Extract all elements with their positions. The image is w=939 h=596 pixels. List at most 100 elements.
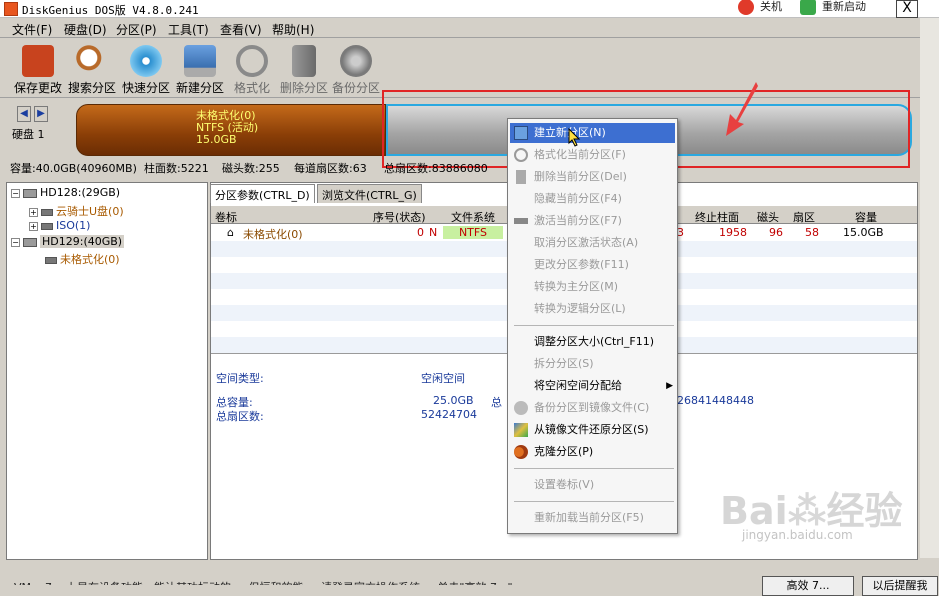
search-partition-button[interactable]: 搜索分区: [64, 43, 120, 97]
save-changes-button[interactable]: 保存更改: [10, 43, 66, 97]
menu-item-delete[interactable]: 删除当前分区(Del): [510, 167, 675, 187]
next-disk-button[interactable]: ▶: [34, 106, 48, 122]
format-button[interactable]: 格式化: [224, 43, 280, 97]
tree-label: HD128:(29GB): [40, 186, 121, 199]
col-end-cylinder[interactable]: 终止柱面: [695, 209, 739, 225]
menu-item-change-params[interactable]: 更改分区参数(F11): [510, 255, 675, 275]
col-fs[interactable]: 文件系统: [451, 209, 495, 225]
remind-later-button[interactable]: 以后提醒我: [862, 576, 938, 596]
menu-item-new-partition[interactable]: 建立新分区(N): [510, 123, 675, 143]
info-total-sectors: 总扇区数:83886080: [384, 162, 488, 175]
restore-icon: [514, 423, 528, 437]
menu-file[interactable]: 文件(F): [12, 21, 52, 38]
menu-item-set-label[interactable]: 设置卷标(V): [510, 475, 675, 495]
collapse-icon[interactable]: −: [11, 188, 20, 198]
cell-end-cylinder: 1958: [719, 226, 747, 239]
col-sector[interactable]: 扇区: [793, 209, 815, 225]
collapse-icon[interactable]: −: [11, 237, 20, 247]
toolbar-label: 删除分区: [279, 81, 328, 95]
menu-item-label: 将空闲空间分配给: [534, 379, 622, 392]
cell-head: 96: [769, 226, 783, 239]
reboot-button[interactable]: 重新启动: [822, 0, 866, 14]
menu-item-deactivate[interactable]: 取消分区激活状态(A): [510, 233, 675, 253]
menu-item-backup-image[interactable]: 备份分区到镜像文件(C): [510, 398, 675, 418]
delete-partition-button[interactable]: 删除分区: [276, 43, 332, 97]
detail-partial-value: 26841448448: [677, 394, 754, 407]
efficient-mode-button[interactable]: 高效 7...: [762, 576, 854, 596]
col-size[interactable]: 容量: [855, 209, 877, 225]
harddisk-icon: [23, 237, 37, 247]
col-volume[interactable]: 卷标: [215, 209, 237, 225]
save-icon: [22, 45, 54, 77]
menu-disk[interactable]: 硬盘(D): [64, 21, 107, 38]
menu-item-to-primary[interactable]: 转换为主分区(M): [510, 277, 675, 297]
total-sectors-value: 52424704: [421, 408, 477, 421]
new-partition-button[interactable]: 新建分区: [172, 43, 228, 97]
tree-node-unformatted[interactable]: 未格式化(0): [45, 251, 120, 267]
menu-item-resize[interactable]: 调整分区大小(Ctrl_F11): [510, 332, 675, 352]
menu-item-hide[interactable]: 隐藏当前分区(F4): [510, 189, 675, 209]
menu-item-reload[interactable]: 重新加载当前分区(F5): [510, 508, 675, 528]
watermark-url: jingyan.baidu.com: [742, 528, 853, 542]
backup-partition-button[interactable]: 备份分区: [328, 43, 384, 97]
context-menu: 建立新分区(N) 格式化当前分区(F) 删除当前分区(Del) 隐藏当前分区(F…: [507, 118, 678, 534]
menu-separator: [514, 468, 674, 469]
toolbar-label: 备份分区: [331, 81, 380, 95]
partition-icon: ⌂: [227, 226, 234, 239]
partition-icon: [41, 222, 53, 230]
toolbar-label: 格式化: [233, 81, 270, 95]
trash-icon: [292, 45, 316, 77]
menu-item-label: 调整分区大小(Ctrl_F11): [534, 335, 654, 348]
menu-separator: [514, 325, 674, 326]
cell-state: N: [429, 226, 438, 239]
expand-icon[interactable]: +: [29, 207, 38, 217]
menu-help[interactable]: 帮助(H): [272, 21, 314, 38]
menu-item-label: 取消分区激活状态(A): [534, 236, 639, 249]
menu-view[interactable]: 查看(V): [220, 21, 262, 38]
backup-icon: [340, 45, 372, 77]
menu-tools[interactable]: 工具(T): [168, 21, 209, 38]
col-index[interactable]: 序号(状态): [373, 209, 426, 225]
tree-node-iso[interactable]: + ISO(1): [29, 219, 90, 232]
format-icon: [236, 45, 268, 77]
space-type-label: 空间类型:: [216, 372, 264, 385]
toolbar-label: 快速分区: [121, 81, 170, 95]
tree-node-usb[interactable]: + 云骑士U盘(0): [29, 203, 124, 219]
menu-item-to-logical[interactable]: 转换为逻辑分区(L): [510, 299, 675, 319]
harddisk-icon: [23, 188, 37, 198]
shutdown-button[interactable]: 关机: [760, 0, 782, 14]
tab-browse-files[interactable]: 浏览文件(CTRL_G): [317, 184, 422, 203]
tree-node-hd129[interactable]: − HD129:(40GB): [11, 235, 125, 248]
clone-icon: [514, 445, 528, 459]
tree-node-hd128[interactable]: − HD128:(29GB): [11, 186, 120, 199]
menu-item-label: 激活当前分区(F7): [534, 214, 622, 227]
expand-icon[interactable]: +: [29, 221, 38, 231]
quick-partition-button[interactable]: 快速分区: [118, 43, 174, 97]
cell-volume: 未格式化(0): [243, 228, 303, 241]
tab-partition-params[interactable]: 分区参数(CTRL_D): [210, 184, 315, 203]
reboot-icon[interactable]: [800, 0, 816, 15]
menu-item-restore-image[interactable]: 从镜像文件还原分区(S): [510, 420, 675, 440]
menu-partition[interactable]: 分区(P): [116, 21, 157, 38]
menu-item-label: 从镜像文件还原分区(S): [534, 423, 649, 436]
computer-icon: [184, 45, 216, 77]
menu-item-clone[interactable]: 克隆分区(P): [510, 442, 675, 462]
window-title: DiskGenius DOS版 V4.8.0.241: [22, 4, 199, 17]
format-icon: [514, 148, 528, 162]
cell-fs: NTFS: [443, 226, 503, 239]
menu-item-format[interactable]: 格式化当前分区(F): [510, 145, 675, 165]
menu-item-label: 更改分区参数(F11): [534, 258, 629, 271]
menu-item-label: 转换为主分区(M): [534, 280, 619, 293]
tree-label: ISO(1): [56, 219, 91, 232]
menu-item-allocate-free[interactable]: 将空闲空间分配给 ▶: [510, 376, 675, 396]
col-head[interactable]: 磁头: [757, 209, 779, 225]
partition-icon: [41, 208, 53, 216]
close-button[interactable]: X: [896, 0, 918, 18]
menu-item-activate[interactable]: 激活当前分区(F7): [510, 211, 675, 231]
space-type-value: 空闲空间: [421, 372, 465, 385]
plug-icon: [514, 218, 528, 224]
tree-label: HD129:(40GB): [40, 235, 125, 248]
menu-item-split[interactable]: 拆分分区(S): [510, 354, 675, 374]
toolbar-label: 新建分区: [175, 81, 224, 95]
prev-disk-button[interactable]: ◀: [17, 106, 31, 122]
